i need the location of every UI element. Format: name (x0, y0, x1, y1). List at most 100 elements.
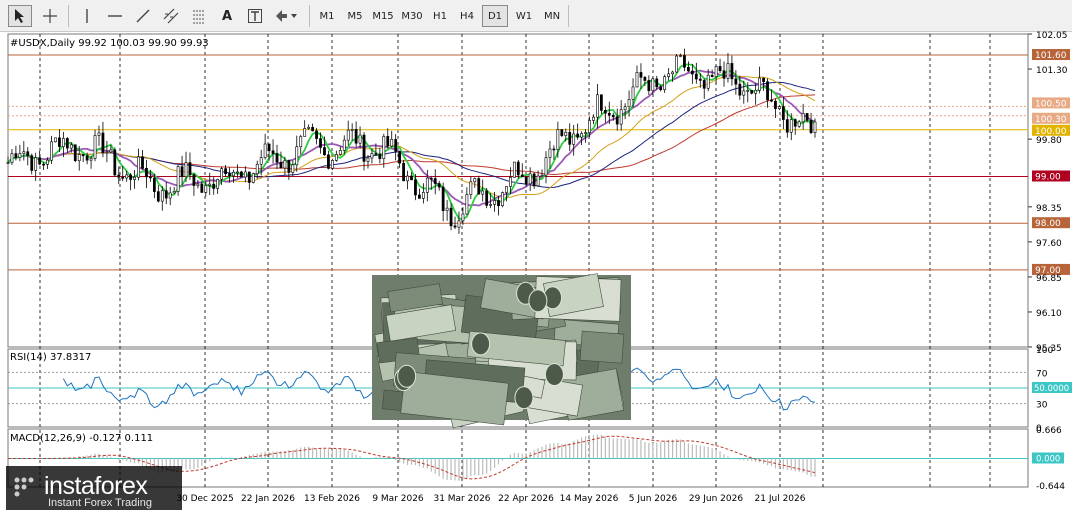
candle-body (702, 80, 706, 89)
price-tick-label: 96.10 (1036, 309, 1062, 319)
candle-body (279, 161, 283, 169)
candle-body (42, 163, 45, 166)
candle-body (528, 173, 532, 185)
candle-body (690, 70, 694, 75)
candle-body (552, 148, 556, 151)
candle-body (683, 55, 686, 68)
candle-body (129, 174, 133, 180)
vertical-line-icon[interactable] (75, 5, 99, 27)
candle-body (65, 138, 69, 149)
chart-area[interactable]: 101.60 100.50 100.30 100.00 99.00 98.00 97.00 … (0, 31, 1072, 512)
level-label: 98.00 (1035, 219, 1061, 229)
candle-body (659, 86, 663, 91)
price-tick-label: 99.80 (1036, 136, 1062, 146)
candle-body (342, 139, 346, 151)
candle-body (283, 160, 287, 169)
time-axis-label: 13 Feb 2026 (304, 494, 360, 504)
candle-body (93, 135, 97, 159)
candle-body (73, 144, 77, 162)
candle-body (319, 138, 322, 148)
timeframe-m5[interactable]: M5 (342, 5, 368, 27)
candle-body (758, 77, 762, 91)
candle-body (726, 63, 730, 79)
candle-body (247, 171, 251, 183)
fibonacci-icon[interactable] (187, 5, 211, 27)
candle-body (38, 157, 42, 165)
candle-body (338, 150, 342, 155)
candle-body (406, 175, 409, 182)
candle-body (524, 176, 528, 185)
candle-body (425, 177, 429, 193)
timeframe-w1[interactable]: W1 (511, 5, 537, 27)
cursor-icon[interactable] (8, 5, 32, 27)
arrows-icon[interactable] (271, 5, 303, 27)
timeframe-h1[interactable]: H1 (427, 5, 453, 27)
candle-body (398, 151, 402, 164)
timeframe-m15[interactable]: M15 (369, 5, 397, 27)
rsi-tick-label: 30 (1036, 401, 1048, 411)
candle-body (156, 191, 160, 202)
candle-body (141, 156, 144, 169)
time-axis-label: 21 Jul 2026 (755, 494, 806, 504)
timeframe-h4[interactable]: H4 (454, 5, 480, 27)
candle-body (485, 190, 489, 206)
macd-header: MACD(12,26,9) -0.127 0.111 (10, 433, 153, 444)
candle-body (299, 136, 303, 148)
candle-body (679, 55, 682, 57)
time-axis-label: 5 Jun 2026 (629, 494, 678, 504)
candle-body (505, 186, 508, 193)
candle-body (481, 190, 485, 195)
timeframe-m1[interactable]: M1 (314, 5, 340, 27)
candle-body (576, 133, 580, 138)
candle-body (418, 194, 421, 199)
candle-body (382, 136, 386, 159)
candle-body (295, 146, 299, 166)
candle-body (220, 168, 224, 180)
macd-tick-label: -0.644 (1036, 482, 1065, 492)
candle-body (224, 168, 227, 175)
candle-body (754, 90, 758, 94)
text-label-icon[interactable] (243, 5, 267, 27)
candle-body (121, 176, 125, 179)
candle-body (10, 153, 14, 163)
rsi-tick-label: 70 (1036, 369, 1048, 379)
price-tick-label: 96.85 (1036, 274, 1062, 284)
bill-portrait (397, 364, 417, 388)
candle-body (663, 76, 667, 91)
candle-body (596, 94, 599, 118)
chart-header: #USDX,Daily 99.92 100.03 99.90 99.93 (10, 38, 209, 49)
candle-body (267, 143, 271, 152)
candle-body (358, 134, 362, 144)
candle-body (774, 100, 777, 109)
candle-body (520, 174, 524, 178)
candle-body (469, 181, 473, 195)
candle-body (449, 207, 453, 227)
candle-body (623, 106, 627, 110)
candle-body (291, 164, 295, 173)
candle-body (240, 171, 243, 178)
candle-body (465, 194, 469, 215)
bill-portrait (471, 332, 491, 356)
timeframe-m30[interactable]: M30 (398, 5, 426, 27)
timeframe-mn[interactable]: MN (539, 5, 565, 27)
channel-icon[interactable] (159, 5, 183, 27)
dollar-bill (579, 330, 625, 364)
timeframe-d1[interactable]: D1 (482, 5, 508, 27)
horizontal-line-icon[interactable] (103, 5, 127, 27)
level-label: 101.60 (1035, 51, 1067, 61)
candle-body (77, 154, 81, 162)
trendline-icon[interactable] (131, 5, 155, 27)
candle-body (46, 159, 49, 165)
macd-zero-label: 0.000 (1036, 454, 1060, 464)
crosshair-icon[interactable] (38, 5, 62, 27)
candle-body (584, 132, 587, 134)
text-icon[interactable]: A (215, 5, 239, 27)
candle-body (497, 200, 500, 207)
price-tick-label: 98.35 (1036, 204, 1062, 214)
level-label: 100.50 (1035, 99, 1067, 109)
candle-body (607, 112, 611, 116)
candle-body (738, 83, 742, 96)
toolbar: A M1 M5 M15 M30 H1 H4 D1 W1 MN (0, 0, 1072, 32)
candle-body (742, 90, 746, 96)
chart-canvas[interactable]: 101.60100.50100.30100.0099.0098.0097.00 … (0, 31, 1072, 512)
